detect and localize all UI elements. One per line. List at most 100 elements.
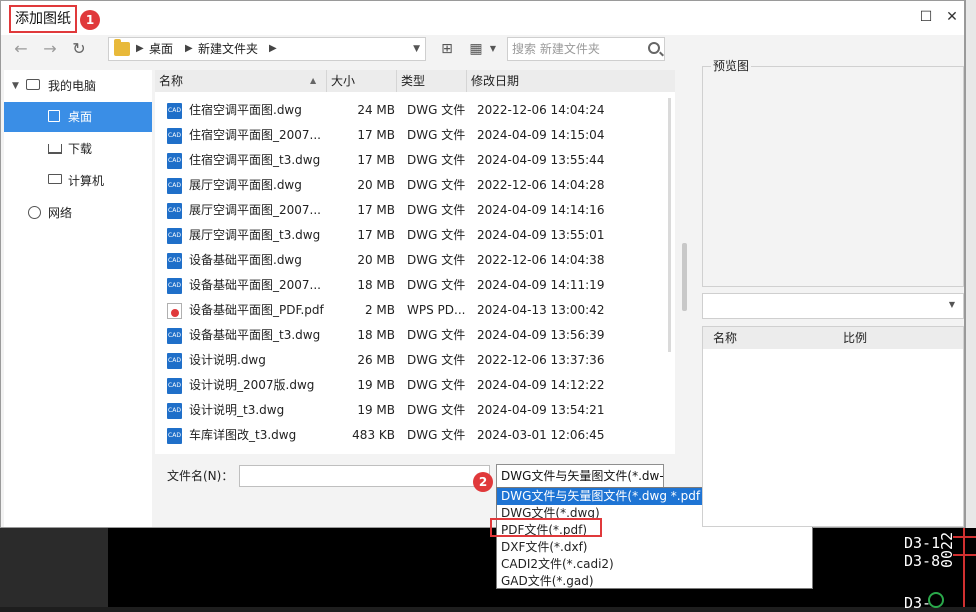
sidebar-item-label: 网络 [48, 206, 73, 220]
cad-file-icon: CAD [167, 228, 182, 244]
sidebar-item-download[interactable]: 下载 [4, 134, 152, 164]
file-type: WPS PD... [407, 303, 466, 317]
sidebar-item-network[interactable]: 网络 [4, 198, 152, 228]
file-size: 17 MB [357, 153, 395, 167]
file-row[interactable]: CAD 住宿空调平面图_2007... 17 MB DWG 文件 2024-04-09 … [155, 123, 665, 148]
scrollbar-thumb[interactable] [682, 243, 687, 311]
layout-select[interactable]: ▼ [702, 293, 964, 319]
file-type: DWG 文件 [407, 253, 466, 267]
search-input[interactable]: 搜索 新建文件夹 [507, 37, 665, 61]
breadcrumb-desktop[interactable]: 桌面 [149, 38, 173, 60]
dialog-title: 添加图纸 [9, 5, 77, 33]
desktop-icon [48, 110, 60, 122]
computer-icon [48, 174, 62, 184]
file-date: 2024-04-09 13:55:01 [477, 228, 605, 242]
address-bar[interactable]: ▶ 桌面 ▶ 新建文件夹 ▶ ▼ [108, 37, 426, 61]
forward-arrow-icon[interactable]: → [38, 37, 62, 61]
cad-label: D3- [904, 594, 932, 612]
file-list: 名称 ▲ 大小 类型 修改日期 CAD 住宿空调平面图.dwg 24 MB DWG 文… [155, 70, 675, 454]
cad-side-strip [965, 0, 976, 528]
filetype-option[interactable]: DXF文件(*.dxf) [497, 539, 812, 556]
new-folder-icon[interactable]: ⊞ [438, 40, 456, 58]
file-row[interactable]: CAD 设备基础平面图_2007... 18 MB DWG 文件 2024-04-09 … [155, 273, 665, 298]
sidebar-item-my-computer[interactable]: ▼ 我的电脑 [4, 71, 152, 101]
file-type: DWG 文件 [407, 278, 466, 292]
file-name: 住宿空调平面图.dwg [189, 103, 302, 117]
column-header-date[interactable]: 修改日期 [467, 70, 675, 92]
file-type: DWG 文件 [407, 228, 466, 242]
layout-col-name: 名称 [713, 331, 738, 345]
file-size: 20 MB [357, 178, 395, 192]
column-header-type[interactable]: 类型 [397, 70, 467, 92]
file-row[interactable]: 设备基础平面图_PDF.pdf 2 MB WPS PD... 2024-04-13 1… [155, 298, 665, 323]
breadcrumb-new-folder[interactable]: 新建文件夹 [198, 38, 258, 60]
sidebar-item-desktop[interactable]: 桌面 [4, 102, 152, 132]
file-row[interactable]: CAD 设计说明_t3.dwg 19 MB DWG 文件 2024-04-09 13:5… [155, 398, 665, 423]
chevron-down-icon: ▼ [948, 300, 955, 309]
cad-file-icon: CAD [167, 403, 182, 419]
file-type: DWG 文件 [407, 203, 466, 217]
file-date: 2024-04-13 13:00:42 [477, 303, 605, 317]
cad-file-icon: CAD [167, 278, 182, 294]
view-mode-icon[interactable]: ▦ [467, 40, 485, 58]
sidebar-item-label: 下载 [68, 142, 93, 156]
file-type: DWG 文件 [407, 428, 466, 442]
file-size: 26 MB [357, 353, 395, 367]
filetype-option[interactable]: GAD文件(*.gad) [497, 573, 812, 590]
sidebar-item-label: 桌面 [68, 110, 93, 124]
cad-label: D3-8 [904, 552, 941, 570]
chevron-right-icon: ▶ [136, 43, 144, 54]
file-row[interactable]: CAD 展厅空调平面图_t3.dwg 17 MB DWG 文件 2024-04-09 1… [155, 223, 665, 248]
cad-file-icon: CAD [167, 328, 182, 344]
chevron-down-icon[interactable]: ▼ [413, 38, 420, 60]
sort-up-icon: ▲ [310, 76, 317, 85]
file-row[interactable]: CAD 车库详图改_t3.dwg 483 KB DWG 文件 2024-03-01 12… [155, 423, 665, 448]
cad-file-icon: CAD [167, 103, 182, 119]
chevron-right-icon: ▶ [269, 43, 277, 54]
file-name: 设计说明.dwg [189, 353, 266, 367]
file-name: 展厅空调平面图_2007... [189, 203, 321, 217]
file-size: 2 MB [364, 303, 395, 317]
file-type: DWG 文件 [407, 353, 466, 367]
cad-label: D3-1 [904, 534, 941, 552]
sidebar-item-label: 计算机 [68, 174, 105, 188]
file-name: 设备基础平面图_t3.dwg [189, 328, 321, 342]
list-scrollbar-track[interactable] [668, 98, 671, 352]
filetype-select[interactable]: DWG文件与矢量图文件(*.dw‐ [496, 464, 664, 488]
filetype-option[interactable]: CADI2文件(*.cadi2) [497, 556, 812, 573]
file-size: 24 MB [357, 103, 395, 117]
file-row[interactable]: CAD 住宿空调平面图.dwg 24 MB DWG 文件 2022-12-06 14:0… [155, 98, 665, 123]
file-row[interactable]: CAD 展厅空调平面图.dwg 20 MB DWG 文件 2022-12-06 14:0… [155, 173, 665, 198]
refresh-icon[interactable]: ↻ [67, 37, 91, 61]
file-type: DWG 文件 [407, 128, 466, 142]
file-date: 2022-12-06 13:37:36 [477, 353, 605, 367]
file-type: DWG 文件 [407, 153, 466, 167]
file-row[interactable]: CAD 住宿空调平面图_t3.dwg 17 MB DWG 文件 2024-04-09 1… [155, 148, 665, 173]
file-row[interactable]: CAD 设计说明.dwg 26 MB DWG 文件 2022-12-06 13:37:3… [155, 348, 665, 373]
file-name: 设备基础平面图_PDF.pdf [189, 303, 324, 317]
file-row[interactable]: CAD 展厅空调平面图_2007... 17 MB DWG 文件 2024-04-09 … [155, 198, 665, 223]
layout-col-scale: 比例 [843, 331, 868, 345]
file-row[interactable]: CAD 设备基础平面图_t3.dwg 18 MB DWG 文件 2024-04-09 1… [155, 323, 665, 348]
file-size: 17 MB [357, 128, 395, 142]
cad-file-icon: CAD [167, 178, 182, 194]
file-size: 18 MB [357, 328, 395, 342]
file-row[interactable]: CAD 设计说明_2007版.dwg 19 MB DWG 文件 2024-04-09 1… [155, 373, 665, 398]
file-size: 18 MB [357, 278, 395, 292]
filename-input[interactable] [239, 465, 490, 487]
chevron-down-icon[interactable]: ▼ [484, 40, 502, 58]
file-name: 展厅空调平面图_t3.dwg [189, 228, 321, 242]
back-arrow-icon[interactable]: ← [9, 37, 33, 61]
close-icon[interactable]: ✕ [941, 6, 963, 28]
maximize-icon[interactable]: ☐ [915, 6, 937, 28]
column-header-name[interactable]: 名称 ▲ [155, 70, 327, 92]
column-header-label: 修改日期 [471, 74, 520, 88]
search-icon[interactable] [648, 42, 660, 54]
file-type: DWG 文件 [407, 103, 466, 117]
file-date: 2024-04-09 13:55:44 [477, 153, 605, 167]
expand-arrow-icon[interactable]: ▼ [12, 71, 19, 101]
file-row[interactable]: CAD 设备基础平面图.dwg 20 MB DWG 文件 2022-12-06 14:0… [155, 248, 665, 273]
sidebar-item-computer[interactable]: 计算机 [4, 166, 152, 196]
monitor-icon [26, 79, 40, 90]
column-header-size[interactable]: 大小 [327, 70, 397, 92]
